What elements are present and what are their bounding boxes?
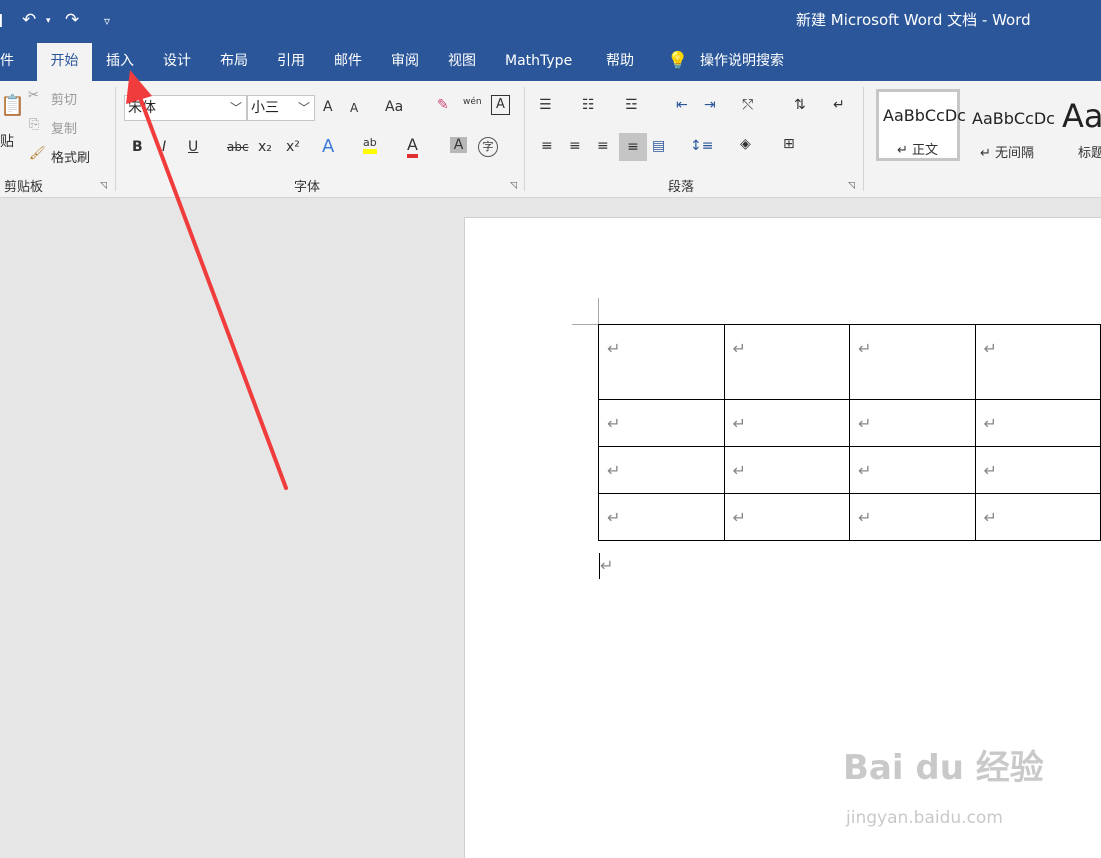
arrow-shaft [136, 90, 288, 490]
watermark-url: jingyan.baidu.com [846, 808, 1003, 828]
arrow-head [126, 70, 152, 104]
baidu-watermark: Bai du 经验 [843, 748, 1044, 788]
annotation-arrow [126, 70, 288, 490]
